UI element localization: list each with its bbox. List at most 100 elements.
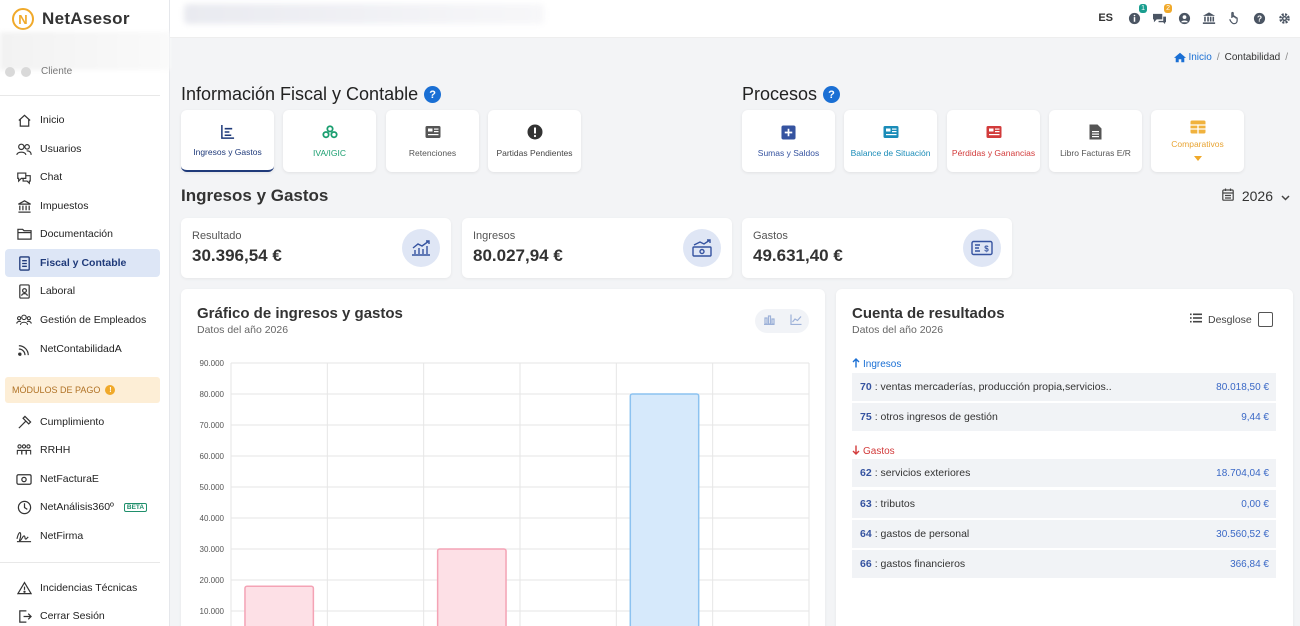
sidebar-item-rrhh[interactable]: RRHH (5, 436, 160, 464)
calendar-icon (1222, 188, 1234, 204)
desglose-toggle[interactable]: Desglose (1190, 312, 1273, 327)
sidebar-item-netfacturae[interactable]: NetFacturaE (5, 465, 160, 493)
tile-libro-facturas[interactable]: Libro Facturas E/R (1049, 110, 1142, 172)
balance-newspaper-icon (883, 124, 899, 140)
breadcrumb: Inicio / Contabilidad / (1174, 52, 1288, 63)
growth-chart-icon (402, 229, 440, 267)
y-tick-label: 80.000 (200, 390, 225, 399)
tile-retenciones[interactable]: Retenciones (386, 110, 479, 172)
y-tick-label: 50.000 (200, 483, 225, 492)
hammer-icon (16, 414, 32, 430)
line-chart-icon[interactable] (789, 312, 802, 330)
account-amount: 366,84 € (1230, 558, 1269, 570)
brand-name: NetAsesor (42, 9, 130, 28)
tile-label: Retenciones (408, 148, 457, 158)
cash-icon (16, 471, 32, 487)
sidebar-item-label: Incidencias Técnicas (40, 582, 138, 594)
document-icon (16, 255, 32, 271)
report-newspaper-icon (986, 124, 1002, 140)
sidebar-item-chat[interactable]: Chat (5, 163, 160, 191)
tile-label: Ingresos y Gastos (193, 147, 262, 157)
tile-iva-igic[interactable]: IVA/IGIC (283, 110, 376, 172)
ingresos-heading: Ingresos (852, 358, 901, 371)
tile-ingresos-gastos[interactable]: Ingresos y Gastos (181, 110, 274, 172)
employees-icon (16, 312, 32, 328)
sidebar-item-label: Impuestos (40, 200, 89, 212)
procesos-title-text: Procesos (742, 84, 818, 104)
tile-label: Sumas y Saldos (757, 148, 820, 158)
breadcrumb-home[interactable]: Inicio (1174, 52, 1212, 63)
account-desc: : tributos (874, 498, 915, 510)
alert-circle-icon (527, 124, 543, 140)
chart-panel-subtitle: Datos del año 2026 (197, 324, 289, 336)
sidebar-item-fiscal-contable[interactable]: Fiscal y Contable (5, 249, 160, 277)
gastos-heading-label: Gastos (863, 446, 895, 457)
messages-icon[interactable]: 2 (1151, 4, 1172, 26)
team-icon (16, 442, 32, 458)
account-icon[interactable] (1176, 10, 1192, 26)
sidebar-item-documentacion[interactable]: Documentación (5, 220, 160, 248)
sidebar-item-usuarios[interactable]: Usuarios (5, 135, 160, 163)
language-selector[interactable]: ES (1098, 12, 1113, 24)
sidebar-item-inicio[interactable]: Inicio (5, 106, 160, 134)
year-selector[interactable]: 2026 (1222, 188, 1290, 204)
sidebar-item-netfirma[interactable]: NetFirma (5, 522, 160, 550)
home-icon (16, 112, 32, 128)
client-label: Cliente (41, 66, 73, 77)
sidebar-item-label: NetContabilidadA (40, 343, 122, 355)
pointer-hand-icon[interactable] (1226, 10, 1242, 26)
institution-icon[interactable] (1201, 10, 1217, 26)
tile-sumas-saldos[interactable]: Sumas y Saldos (742, 110, 835, 172)
topbar-actions: ES 1 2 ? (1098, 4, 1292, 26)
signature-icon (16, 528, 32, 544)
sidebar-item-netcontabilidad[interactable]: NetContabilidadA (5, 335, 160, 363)
bar-chart-icon[interactable] (763, 312, 775, 330)
fiscal-help-icon[interactable]: ? (424, 86, 442, 103)
notifications-badge: 1 (1139, 4, 1147, 13)
sidebar-item-gestion-empleados[interactable]: Gestión de Empleados (5, 306, 160, 334)
company-name-redacted (184, 4, 544, 24)
cuenta-row[interactable]: 62 : servicios exteriores 18.704,04 € (852, 459, 1276, 487)
tile-label: Partidas Pendientes (496, 148, 573, 158)
desglose-checkbox[interactable] (1257, 312, 1273, 327)
account-desc: : otros ingresos de gestión (874, 411, 998, 423)
sidebar-item-label: Usuarios (40, 143, 82, 155)
brand-logo[interactable]: N NetAsesor (12, 8, 130, 30)
y-tick-label: 60.000 (200, 452, 225, 461)
sidebar-item-incidencias[interactable]: Incidencias Técnicas (5, 574, 160, 602)
section-title: Ingresos y Gastos (181, 186, 329, 205)
tile-partidas-pendientes[interactable]: Partidas Pendientes (488, 110, 581, 172)
stat-label: Resultado (192, 230, 242, 242)
cuenta-row[interactable]: 63 : tributos 0,00 € (852, 490, 1276, 518)
y-tick-label: 90.000 (200, 359, 225, 368)
beta-badge: BETA (123, 502, 148, 512)
procesos-section-title: Procesos ? (742, 84, 841, 105)
sidebar-item-cerrar-sesion[interactable]: Cerrar Sesión (5, 602, 160, 626)
cuenta-row[interactable]: 64 : gastos de personal 30.560,52 € (852, 520, 1276, 548)
sidebar-item-cumplimiento[interactable]: Cumplimiento (5, 408, 160, 436)
id-badge-icon (16, 283, 32, 299)
tile-perdidas-ganancias[interactable]: Pérdidas y Ganancias (947, 110, 1040, 172)
chart-type-switch (755, 309, 809, 333)
sidebar-item-label: NetFacturaE (40, 473, 99, 485)
breadcrumb-separator: / (1216, 52, 1220, 63)
cuenta-row[interactable]: 70 : ventas mercaderías, producción prop… (852, 373, 1276, 401)
tile-balance-situacion[interactable]: Balance de Situación (844, 110, 937, 172)
tile-label: Libro Facturas E/R (1060, 148, 1131, 158)
cuenta-row[interactable]: 75 : otros ingresos de gestión 9,44 € (852, 403, 1276, 431)
coins-icon (321, 124, 338, 140)
sidebar-item-label: NetFirma (40, 530, 84, 542)
sidebar-item-label: Inicio (40, 114, 65, 126)
settings-gear-icon[interactable] (1276, 10, 1292, 26)
client-selector[interactable]: Cliente (5, 66, 72, 77)
tile-comparativos[interactable]: Comparativos (1151, 110, 1244, 172)
sidebar-item-impuestos[interactable]: Impuestos (5, 192, 160, 220)
tile-label: Comparativos (1171, 139, 1224, 149)
procesos-help-icon[interactable]: ? (823, 86, 841, 103)
sidebar-item-netanalisis[interactable]: NetAnálisis360º BETA (5, 493, 160, 521)
help-icon[interactable]: ? (1251, 10, 1267, 26)
notifications-icon[interactable]: 1 (1126, 4, 1147, 26)
sidebar-item-laboral[interactable]: Laboral (5, 277, 160, 305)
info-icon[interactable]: ! (105, 385, 116, 395)
cuenta-row[interactable]: 66 : gastos financieros 366,84 € (852, 550, 1276, 578)
